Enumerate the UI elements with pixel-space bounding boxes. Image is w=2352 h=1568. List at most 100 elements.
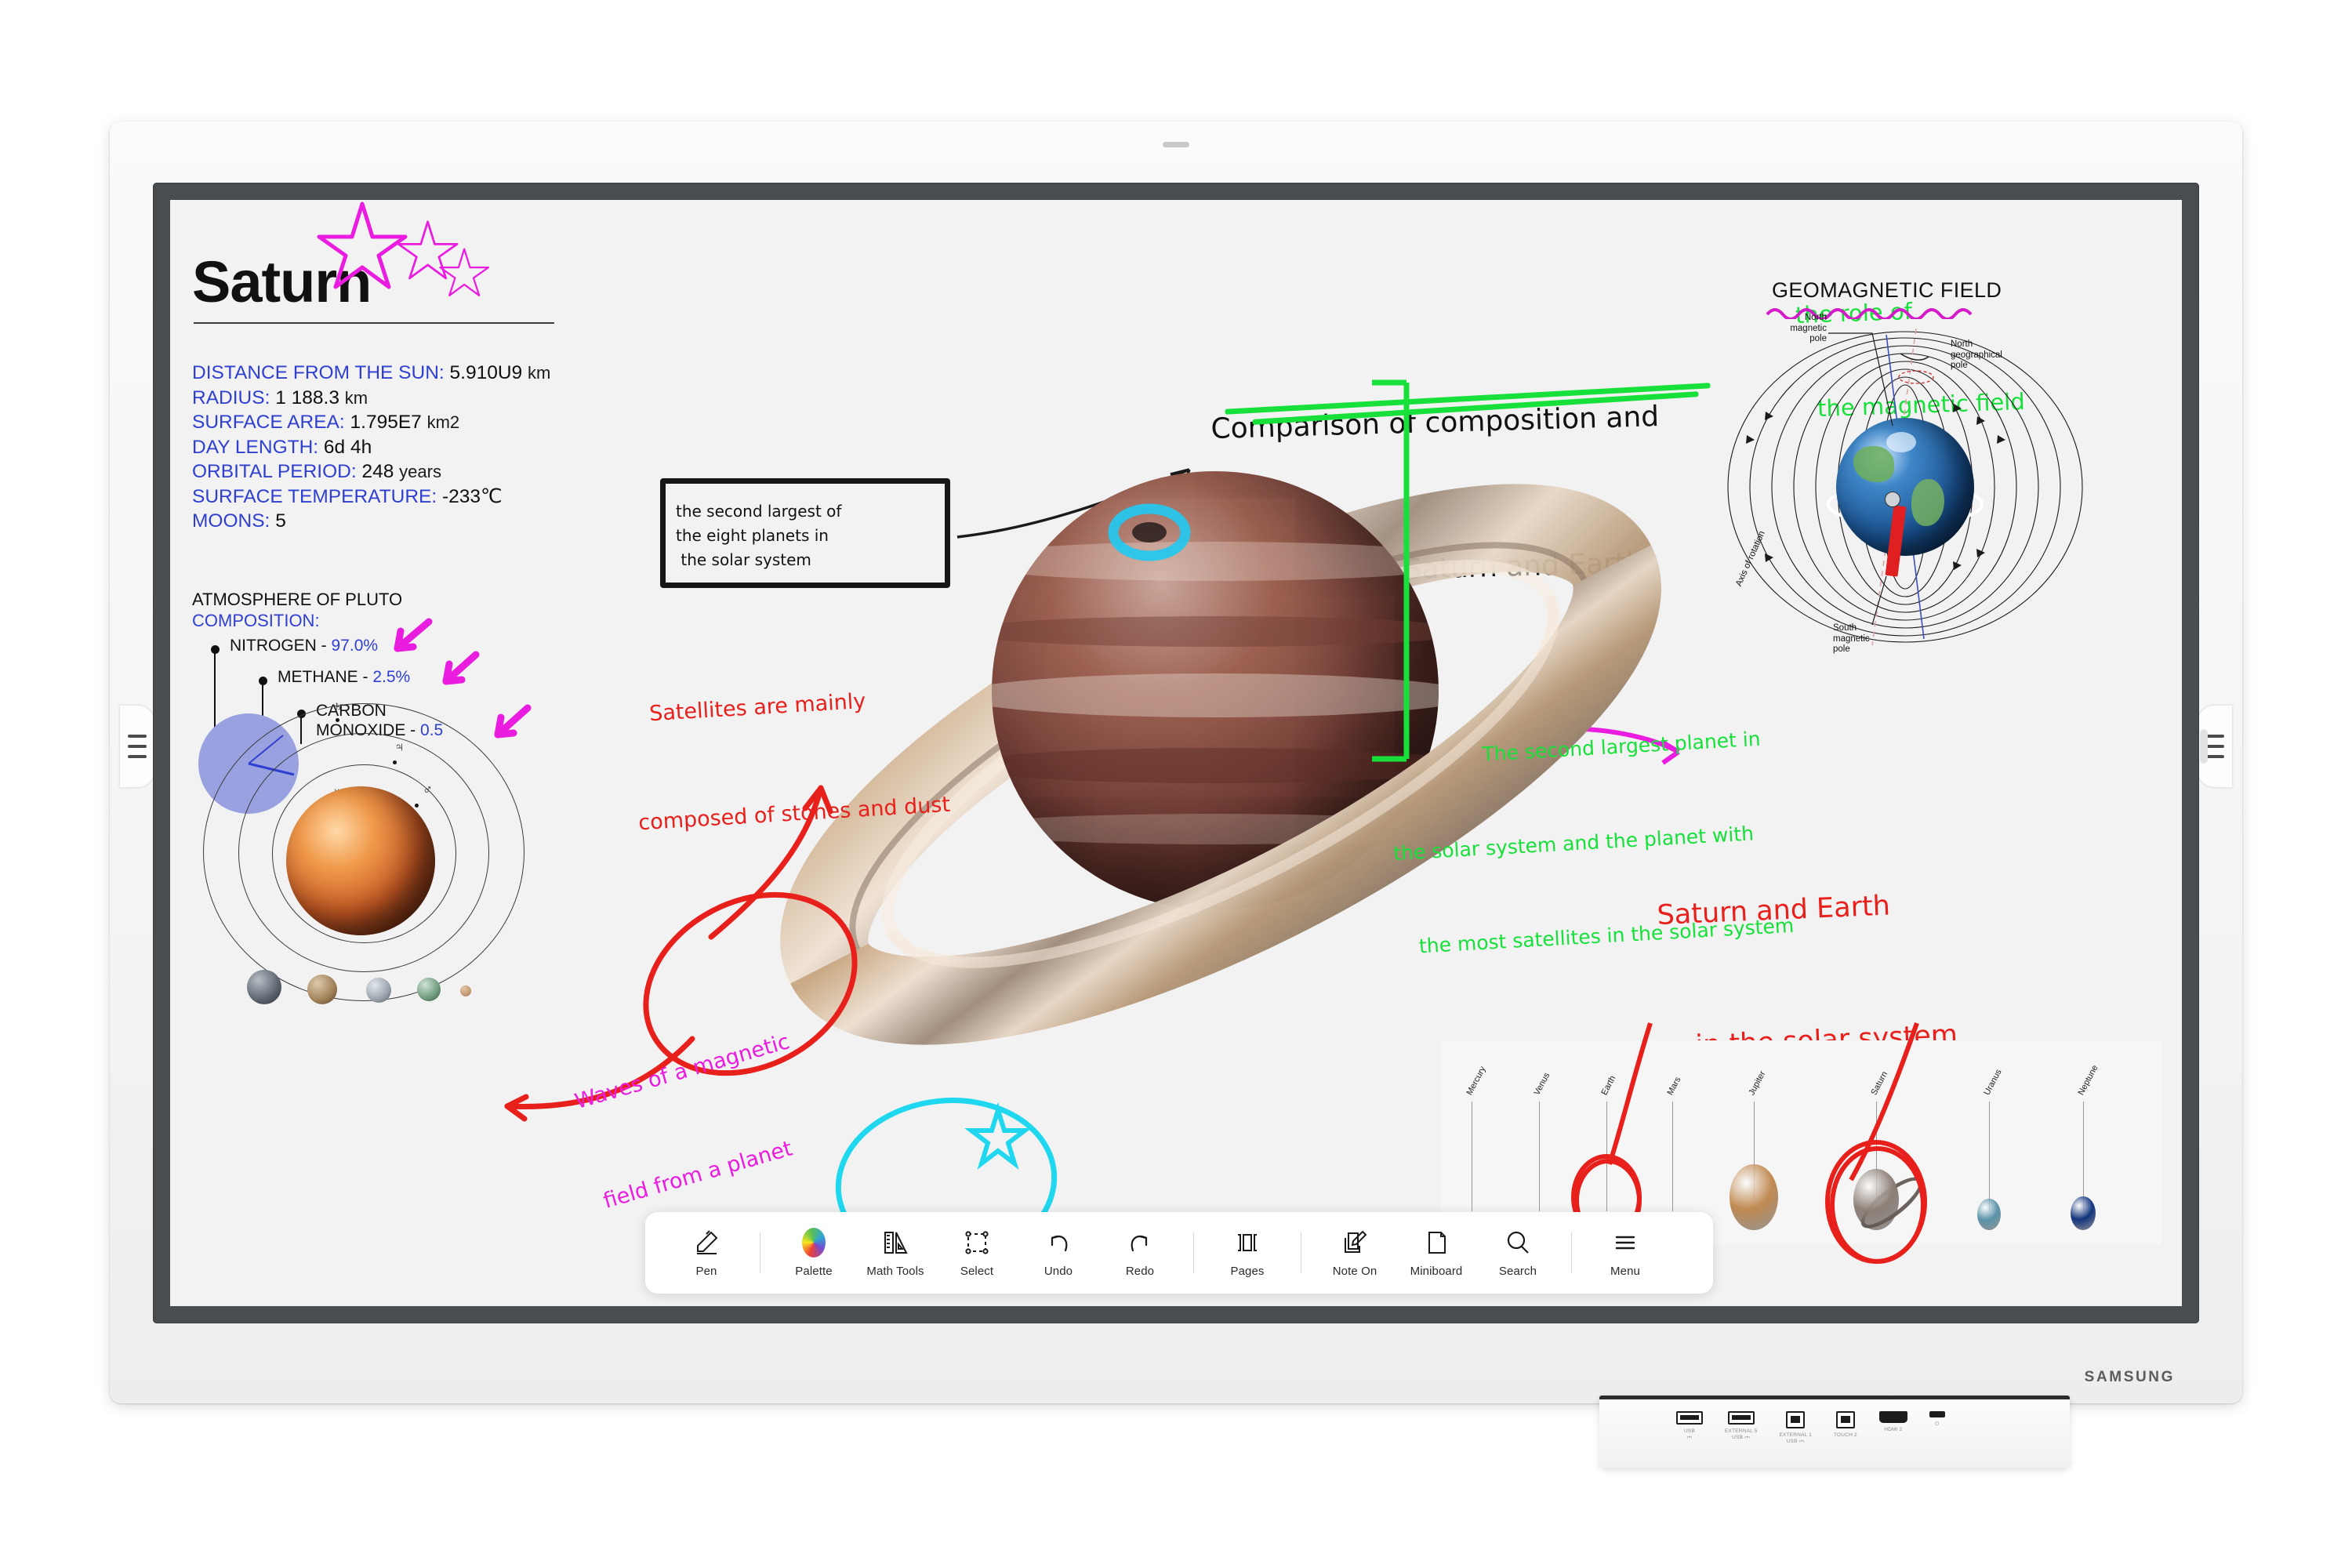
interactive-display-device: SAMSUNG Saturn DISTANCE FROM THE SUN: 5.…	[110, 122, 2242, 1403]
undo-icon	[1044, 1228, 1073, 1258]
stat-row: ORBITAL PERIOD: 248 years	[192, 461, 441, 482]
handle-bar-icon	[128, 745, 147, 748]
hdmi-connector-icon	[1878, 1411, 1907, 1423]
handle-bar-icon	[128, 755, 147, 758]
port-usb-b[interactable]: TOUCH 2	[1834, 1411, 1857, 1439]
port-label: TOUCH 2	[1834, 1432, 1857, 1438]
tool-label: Undo	[1044, 1265, 1073, 1278]
port-bar-top-edge	[1599, 1396, 2070, 1399]
moon-image	[460, 985, 471, 996]
handle-bar-icon	[2205, 735, 2224, 738]
port-label: EXTERNAL 1 USB ‹•›	[1779, 1432, 1812, 1445]
moon-image	[307, 975, 337, 1004]
moon-image	[417, 978, 441, 1001]
tool-undo[interactable]: Undo	[1018, 1228, 1099, 1278]
stat-row: MOONS: 5	[192, 510, 286, 532]
port-pwr[interactable]: ⏻	[1929, 1411, 1945, 1428]
port-label: HDMI 2	[1884, 1427, 1903, 1432]
redo-icon	[1126, 1228, 1154, 1258]
tool-pen[interactable]: Pen	[666, 1228, 747, 1278]
tool-math-tools[interactable]: Math Tools	[855, 1228, 936, 1278]
select-icon	[963, 1228, 991, 1258]
tool-label: Search	[1498, 1265, 1537, 1278]
toolbar-divider	[1571, 1232, 1572, 1273]
waves-line-2: field from a planet	[601, 1136, 796, 1214]
usb-b-connector-icon	[1835, 1411, 1855, 1428]
power-indicator	[2200, 729, 2208, 764]
display-bezel: Saturn DISTANCE FROM THE SUN: 5.910U9 km…	[153, 183, 2199, 1323]
whiteboard-toolbar[interactable]: Pen Palette Math Tools Select Undo Redo …	[645, 1212, 1713, 1294]
stat-row: DAY LENGTH: 6d 4h	[192, 436, 372, 458]
tool-label: Menu	[1610, 1265, 1640, 1278]
menu-icon	[1611, 1228, 1639, 1258]
port-label: USB ‹•›	[1684, 1428, 1695, 1441]
jupiter-symbol: ♃	[394, 739, 405, 754]
geomagnetic-field-title: GEOMAGNETIC FIELD	[1772, 278, 2002, 302]
tool-miniboard[interactable]: Miniboard	[1396, 1228, 1477, 1278]
pen-icon	[692, 1228, 720, 1258]
tool-label: Pen	[695, 1265, 717, 1278]
atmosphere-heading-line1: ATMOSPHERE OF PLUTO	[192, 590, 403, 609]
miniboard-icon	[1422, 1228, 1450, 1258]
tool-label: Miniboard	[1410, 1265, 1463, 1278]
port-hdmi[interactable]: HDMI 2	[1878, 1411, 1907, 1433]
math-tools-icon	[881, 1228, 909, 1258]
tool-label: Select	[960, 1265, 994, 1278]
saturn-earth-line-1: Saturn and Earth	[1656, 890, 1891, 931]
tool-redo[interactable]: Redo	[1099, 1228, 1181, 1278]
camera-notch-icon	[1163, 142, 1189, 147]
tool-palette[interactable]: Palette	[773, 1228, 855, 1278]
usb-a-connector-icon	[1727, 1411, 1755, 1425]
orbit-marker	[336, 718, 339, 722]
atmosphere-heading: ATMOSPHERE OF PLUTO COMPOSITION:	[192, 589, 402, 631]
port-usb-b[interactable]: EXTERNAL 1 USB ‹•›	[1780, 1411, 1813, 1445]
orbit-marker	[415, 804, 419, 808]
handle-bar-icon	[2205, 745, 2224, 748]
composition-item-nitrogen: NITROGEN - 97.0%	[230, 637, 379, 655]
port-usb-a[interactable]: EXTERNAL 5 USB ‹•›	[1725, 1411, 1758, 1441]
tool-search[interactable]: Search	[1477, 1228, 1559, 1278]
dipole-center-dot	[1885, 492, 1900, 507]
samsung-brand-logo: SAMSUNG	[2084, 1369, 2175, 1385]
tool-menu[interactable]: Menu	[1584, 1228, 1666, 1278]
stat-row: DISTANCE FROM THE SUN: 5.910U9 km	[192, 362, 551, 383]
stat-row: RADIUS: 1 188.3 km	[192, 387, 368, 408]
port-usb-a[interactable]: USB ‹•›	[1676, 1411, 1703, 1441]
saturn-symbol: ♄	[333, 699, 343, 713]
saturn-stats-list: DISTANCE FROM THE SUN: 5.910U9 km RADIUS…	[192, 361, 550, 534]
tool-pages[interactable]: Pages	[1207, 1228, 1288, 1278]
handle-bar-icon	[2205, 755, 2224, 758]
port-label: ⏻	[1935, 1421, 1940, 1427]
tool-label: Pages	[1230, 1265, 1265, 1278]
tool-select[interactable]: Select	[936, 1228, 1018, 1278]
palette-icon	[802, 1228, 826, 1258]
label-south-magnetic-pole: South magnetic pole	[1833, 623, 1870, 654]
label-north-magnetic-pole: North magnetic pole	[1790, 313, 1827, 343]
stat-row: SURFACE AREA: 1.795E7 km2	[192, 412, 460, 433]
tool-label: Redo	[1125, 1265, 1155, 1278]
usb-b-connector-icon	[1786, 1411, 1806, 1428]
title-underline	[194, 322, 554, 324]
note-on-icon	[1341, 1228, 1369, 1258]
label-north-geographical-pole: North geographical pole	[1951, 339, 2002, 370]
earth-globe-image	[1836, 418, 1974, 556]
whiteboard-canvas[interactable]: Saturn DISTANCE FROM THE SUN: 5.910U9 km…	[170, 200, 2182, 1306]
side-handle-left-button[interactable]	[120, 706, 154, 787]
green-note-line-1: The second largest planet in	[1481, 727, 1762, 766]
polar-storm	[1108, 503, 1191, 561]
moon-image	[247, 970, 281, 1004]
pluto-orbit-diagram: ♄ ♃ ♂ ☿	[194, 686, 554, 1015]
tool-note-on[interactable]: Note On	[1314, 1228, 1396, 1278]
pwr-connector-icon	[1929, 1411, 1945, 1417]
toolbar-divider	[1193, 1232, 1194, 1273]
tool-label: Note On	[1332, 1265, 1377, 1278]
stat-row: SURFACE TEMPERATURE: -233℃	[192, 485, 503, 507]
whiteboard-screen[interactable]: Saturn DISTANCE FROM THE SUN: 5.910U9 km…	[170, 200, 2182, 1306]
atmosphere-heading-line2: COMPOSITION:	[192, 611, 320, 630]
search-icon	[1504, 1228, 1532, 1258]
pluto-planet-image	[286, 786, 435, 935]
geomagnetic-field-diagram: North magnetic pole North geographical p…	[1719, 313, 2095, 655]
usb-a-connector-icon	[1676, 1411, 1703, 1425]
handle-bar-icon	[128, 735, 147, 738]
port-list: USB ‹•› EXTERNAL 5 USB ‹•› EXTERNAL 1 USB …	[1676, 1411, 1945, 1445]
